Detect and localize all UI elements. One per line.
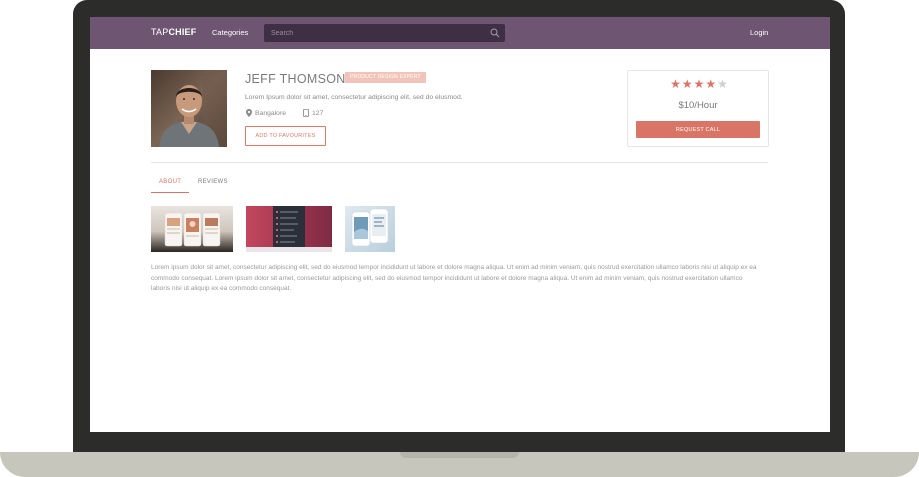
top-navbar: TAPCHIEF Categories Login bbox=[90, 17, 830, 49]
star-filled-icon: ★ bbox=[693, 77, 706, 91]
tab-reviews[interactable]: REVIEWS bbox=[198, 179, 228, 185]
portfolio-thumbnail-mobile-app[interactable] bbox=[151, 206, 233, 252]
star-filled-icon: ★ bbox=[681, 77, 694, 91]
logo-light-text: TAP bbox=[151, 27, 169, 37]
star-empty-icon: ★ bbox=[717, 77, 729, 91]
laptop-screen: TAPCHIEF Categories Login bbox=[90, 17, 830, 432]
active-tab-indicator bbox=[151, 192, 189, 193]
phone-icon bbox=[303, 109, 309, 117]
login-link[interactable]: Login bbox=[750, 28, 768, 37]
white-phones-screens-image bbox=[345, 206, 395, 252]
tab-about[interactable]: ABOUT bbox=[159, 179, 181, 185]
tapchief-logo[interactable]: TAPCHIEF bbox=[151, 27, 196, 37]
expert-badge: PRODUCT DESIGN EXPERT bbox=[345, 72, 426, 83]
phone-count: 127 bbox=[312, 110, 324, 117]
request-call-button[interactable]: REQUEST CALL bbox=[636, 121, 760, 138]
profile-location: Bangalore bbox=[255, 110, 286, 117]
portfolio-thumbnail-dark-menu[interactable] bbox=[246, 206, 332, 252]
star-rating: ★★★★★ bbox=[662, 77, 737, 91]
price-card: ★★★★★ $10/Hour REQUEST CALL bbox=[627, 70, 769, 147]
mobile-app-screens-image bbox=[151, 206, 233, 252]
search-box bbox=[264, 24, 505, 42]
avatar bbox=[151, 70, 227, 147]
location-pin-icon bbox=[246, 109, 252, 117]
search-input[interactable] bbox=[264, 24, 484, 42]
add-to-favourites-button[interactable]: ADD TO FAVOURITES bbox=[245, 126, 326, 146]
profile-bio: Lorem Ipsum dolor sit amet, consectetur … bbox=[245, 94, 463, 101]
star-filled-icon: ★ bbox=[705, 77, 718, 91]
hourly-price: $10/Hour bbox=[678, 100, 718, 111]
search-icon[interactable] bbox=[490, 28, 500, 38]
profile-name: JEFF THOMSON bbox=[245, 72, 346, 86]
profile-photo bbox=[151, 70, 227, 147]
dark-menu-screens-image bbox=[246, 206, 332, 252]
star-filled-icon: ★ bbox=[670, 77, 682, 91]
categories-link[interactable]: Categories bbox=[212, 28, 248, 37]
section-divider bbox=[151, 162, 768, 163]
portfolio-thumbnail-white-phones[interactable] bbox=[345, 206, 395, 252]
logo-bold-text: CHIEF bbox=[168, 27, 197, 37]
laptop-notch bbox=[400, 452, 519, 458]
about-description: Lorem ipsum dolor sit amet, consectetur … bbox=[151, 264, 757, 292]
